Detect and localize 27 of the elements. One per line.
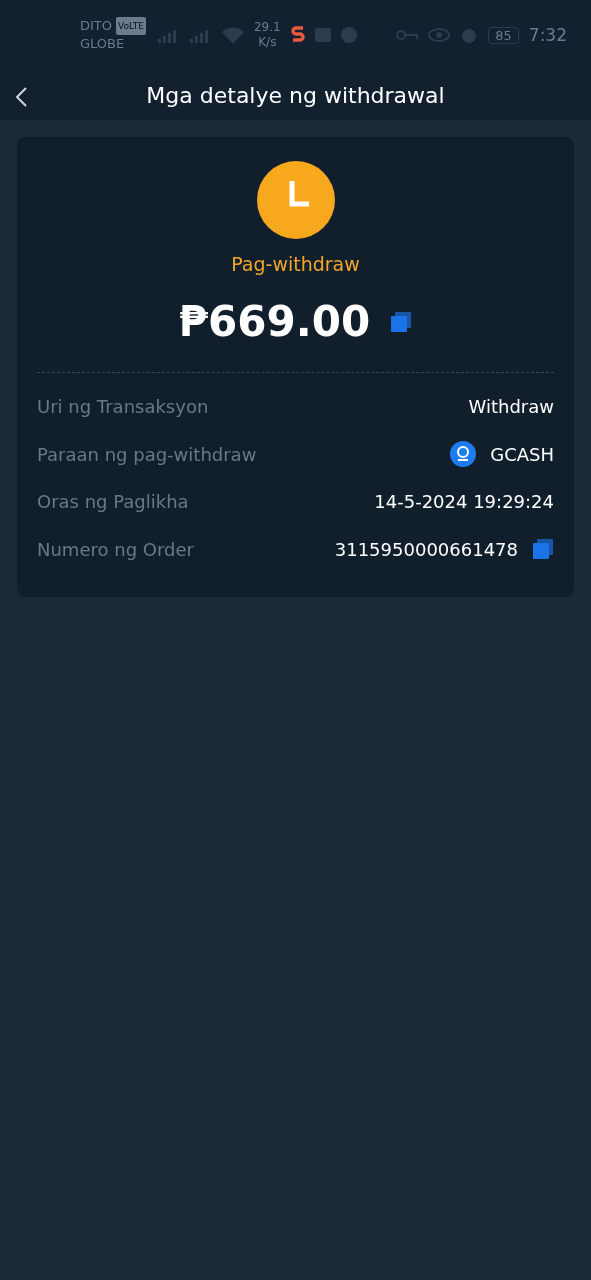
copy-button[interactable]	[532, 538, 554, 561]
back-icon	[14, 86, 28, 108]
app-icon	[290, 26, 305, 44]
status-text: Pag-withdraw	[231, 253, 360, 275]
detail-value: GCASH	[490, 443, 554, 465]
wallet-logo-icon	[450, 441, 477, 468]
detail-value: Withdraw	[468, 396, 554, 418]
carrier-text: GLOBE	[80, 35, 126, 53]
clock-icon	[256, 161, 335, 239]
detail-value: 14-5-2024 19:29:24	[374, 491, 554, 513]
detail-label: Uri ng Transaksyon	[37, 396, 209, 418]
carrier-text: DITO	[80, 17, 113, 35]
battery-indicator: 85	[488, 26, 519, 44]
network-badge: VoLTE	[116, 17, 146, 35]
page-title: Mga detalye ng withdrawal	[146, 82, 445, 108]
detail-label: Numero ng Order	[37, 538, 194, 560]
clock-text: 7:32	[528, 25, 567, 45]
wifi-icon	[221, 26, 244, 44]
detail-label: Oras ng Paglikha	[37, 491, 189, 513]
copy-button[interactable]	[390, 310, 413, 333]
detail-label: Paraan ng pag-withdraw	[37, 443, 257, 465]
speed-unit-text: K/s	[258, 35, 277, 50]
detail-value: 3115950000661478	[334, 538, 518, 560]
amount-text: ₱669.00	[178, 297, 371, 346]
eye-icon	[428, 28, 451, 42]
key-icon	[396, 29, 419, 41]
speed-text: 29.1	[253, 20, 281, 35]
